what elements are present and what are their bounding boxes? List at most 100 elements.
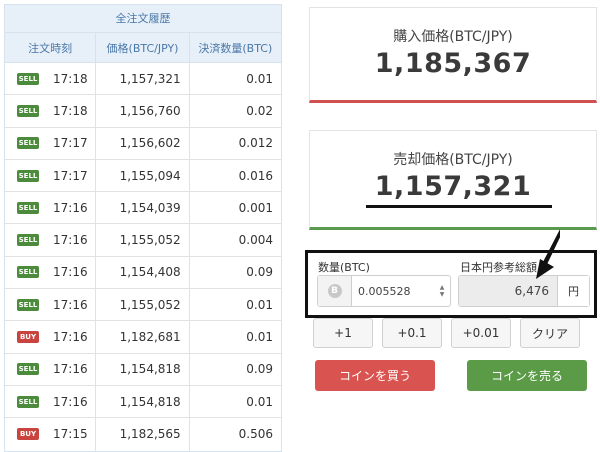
cell-price: 1,182,681 (96, 321, 190, 353)
order-time: 17:16 (53, 362, 88, 377)
cell-price: 1,154,818 (96, 385, 190, 418)
column-header-time: 注文時刻 (5, 33, 97, 62)
buy-badge: BUY (17, 428, 39, 441)
sell-coin-button[interactable]: コインを売る (467, 360, 587, 391)
cell-qty: 0.09 (246, 362, 273, 377)
column-header-price: 価格(BTC/JPY) (96, 33, 190, 62)
cell-time: SELL 17:16 (5, 385, 97, 418)
cell-qty: 0.001 (238, 200, 273, 215)
sell-badge: SELL (17, 72, 39, 85)
cell-time: SELL 17:17 (5, 159, 97, 192)
table-row: SELL 17:16 1,155,052 0.004 (5, 224, 281, 257)
cell-qty: 0.004 (238, 233, 273, 248)
cell-time: SELL 17:18 (5, 63, 97, 95)
clear-button[interactable]: クリア (520, 318, 580, 348)
cell-qty: 0.506 (238, 427, 273, 442)
cell-time: SELL 17:16 (5, 192, 97, 224)
table-row: SELL 17:16 1,154,818 0.01 (5, 385, 281, 419)
sell-price-label: 売却価格(BTC/JPY) (393, 152, 513, 168)
table-row: SELL 17:18 1,156,760 0.02 (5, 95, 281, 128)
quantity-label: 数量(BTC) (318, 261, 370, 274)
order-time: 17:18 (53, 103, 88, 118)
table-row: SELL 17:18 1,157,321 0.01 (5, 63, 281, 96)
order-time: 17:16 (53, 394, 88, 409)
buy-price-value: 1,185,367 (374, 48, 532, 79)
table-row: BUY 17:15 1,182,565 0.506 (5, 418, 281, 451)
order-history-rows: SELL 17:18 1,157,321 0.01 SELL 17:18 1,156,760… (5, 63, 281, 451)
cell-qty: 0.01 (246, 297, 273, 312)
sell-price-value: 1,157,321 (374, 171, 532, 202)
cell-qty: 0.012 (238, 136, 273, 151)
annotation-underline (366, 205, 552, 208)
sell-badge: SELL (17, 298, 39, 311)
cell-price: 1,154,408 (96, 256, 190, 289)
buy-price-label: 購入価格(BTC/JPY) (393, 29, 513, 45)
cell-qty: 0.02 (246, 103, 273, 118)
cell-time: BUY 17:16 (5, 321, 97, 353)
cell-qty: 0.01 (246, 394, 273, 409)
sell-badge: SELL (17, 201, 39, 214)
sell-badge: SELL (17, 137, 39, 150)
cell-qty: 0.016 (238, 168, 273, 183)
cell-time: SELL 17:16 (5, 289, 97, 321)
cell-qty: 0.09 (246, 265, 273, 280)
order-time: 17:17 (53, 168, 88, 183)
cell-price: 1,154,039 (96, 192, 190, 224)
jpy-unit: 円 (557, 276, 589, 306)
step-plus-1-button[interactable]: +1 (313, 318, 373, 348)
chevron-down-icon[interactable]: ▼ (440, 291, 445, 298)
table-row: SELL 17:16 1,154,818 0.09 (5, 353, 281, 386)
cell-price: 1,154,818 (96, 353, 190, 385)
cell-price: 1,155,052 (96, 289, 190, 321)
buy-badge: BUY (17, 331, 39, 344)
quantity-input[interactable] (352, 276, 436, 306)
table-row: SELL 17:16 1,154,039 0.001 (5, 192, 281, 225)
table-row: SELL 17:16 1,154,408 0.09 (5, 256, 281, 290)
sell-badge: SELL (17, 363, 39, 376)
order-time: 17:16 (53, 297, 88, 312)
table-row: BUY 17:16 1,182,681 0.01 (5, 321, 281, 354)
order-time: 17:15 (53, 427, 88, 442)
annotation-arrow-icon (536, 229, 560, 279)
column-header-qty: 決済数量(BTC) (198, 41, 273, 55)
cell-qty: 0.01 (246, 330, 273, 345)
sell-badge: SELL (17, 395, 39, 408)
order-history-title: 全注文履歴 (5, 5, 281, 33)
buy-coin-button[interactable]: コインを買う (315, 360, 435, 391)
cell-time: SELL 17:16 (5, 353, 97, 385)
order-time: 17:16 (53, 233, 88, 248)
sell-badge: SELL (17, 104, 39, 117)
cell-time: SELL 17:16 (5, 224, 97, 256)
quantity-field: B ▲ ▼ (317, 275, 451, 307)
sell-badge: SELL (17, 266, 39, 279)
order-time: 17:16 (53, 265, 88, 280)
cell-price: 1,157,321 (96, 63, 190, 95)
table-row: SELL 17:16 1,155,052 0.01 (5, 289, 281, 322)
step-plus-0.1-button[interactable]: +0.1 (382, 318, 442, 348)
cell-time: BUY 17:15 (5, 418, 97, 451)
cell-time: SELL 17:17 (5, 127, 97, 159)
table-row: SELL 17:17 1,155,094 0.016 (5, 159, 281, 193)
table-row: SELL 17:17 1,156,602 0.012 (5, 127, 281, 160)
cell-price: 1,156,760 (96, 95, 190, 127)
cell-time: SELL 17:18 (5, 95, 97, 127)
buy-price-panel: 購入価格(BTC/JPY) 1,185,367 (309, 7, 597, 103)
cell-price: 1,155,094 (96, 159, 190, 192)
quantity-stepper[interactable]: ▲ ▼ (436, 276, 448, 306)
cell-time: SELL 17:16 (5, 256, 97, 289)
cell-price: 1,182,565 (96, 418, 190, 451)
bitcoin-icon: B (318, 276, 352, 306)
chevron-up-icon[interactable]: ▲ (440, 284, 445, 291)
cell-price: 1,156,602 (96, 127, 190, 159)
sell-badge: SELL (17, 169, 39, 182)
order-time: 17:16 (53, 200, 88, 215)
sell-badge: SELL (17, 234, 39, 247)
cell-price: 1,155,052 (96, 224, 190, 256)
bitcoin-symbol: B (327, 284, 342, 298)
cell-qty: 0.01 (246, 71, 273, 86)
order-time: 17:18 (53, 71, 88, 86)
order-history-table: 全注文履歴 注文時刻 価格(BTC/JPY) 決済数量(BTC) SELL 17:… (4, 4, 282, 452)
quantity-step-buttons: +1 +0.1 +0.01 クリア (313, 318, 580, 348)
step-plus-0.01-button[interactable]: +0.01 (451, 318, 511, 348)
order-time: 17:17 (53, 136, 88, 151)
